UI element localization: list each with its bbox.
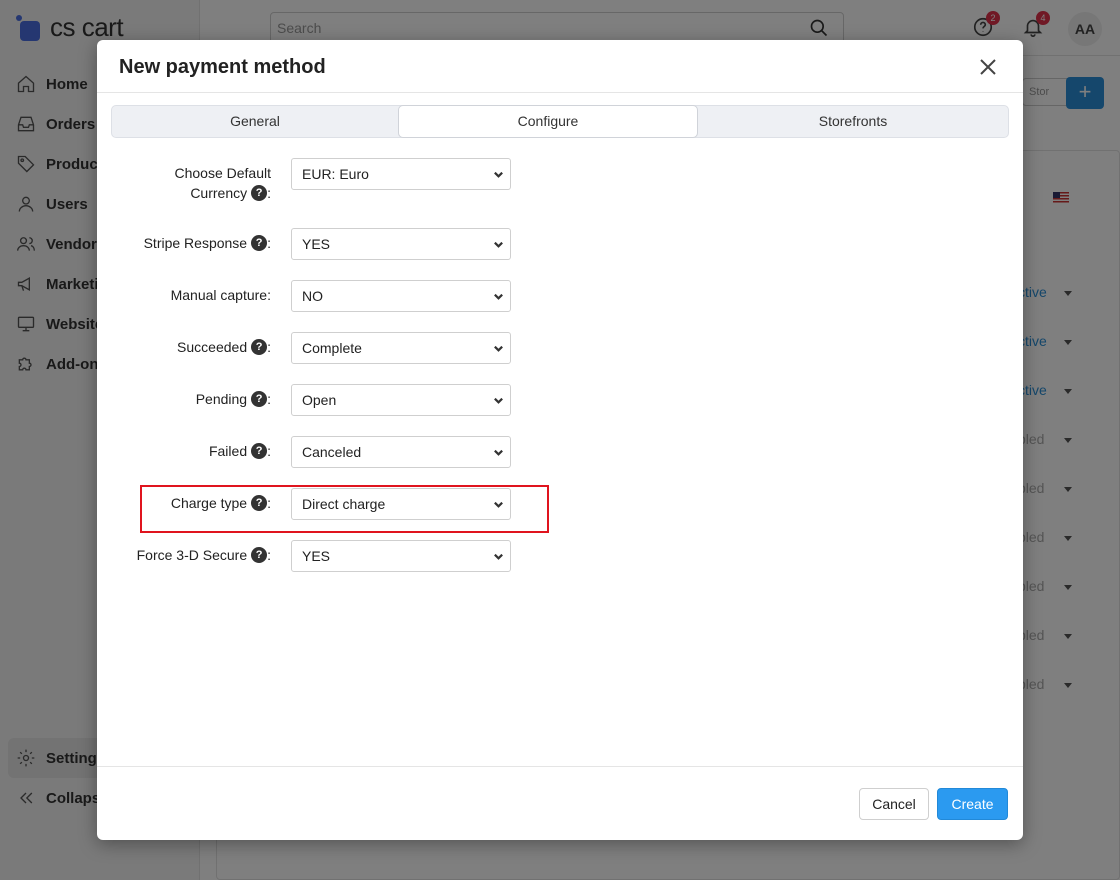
select-value: YES (302, 548, 331, 564)
chevron-down-icon (494, 553, 503, 560)
create-button[interactable]: Create (937, 788, 1008, 820)
close-icon (980, 59, 996, 75)
chevron-down-icon (494, 171, 503, 178)
manual-capture-select[interactable]: NO (291, 280, 511, 312)
chevron-down-icon (494, 293, 503, 300)
dialog-title: New payment method (119, 56, 326, 78)
field-label-manual-capture: Manual capture: (171, 285, 271, 305)
pending-select[interactable]: Open (291, 384, 511, 416)
close-button[interactable] (977, 56, 999, 78)
field-label-succeeded: Succeeded?: (177, 339, 271, 356)
select-value: Canceled (302, 444, 362, 460)
help-icon[interactable]: ? (251, 495, 268, 512)
select-value: NO (302, 288, 323, 304)
help-icon[interactable]: ? (251, 443, 268, 460)
select-value: Direct charge (302, 496, 386, 512)
charge-type-select[interactable]: Direct charge (291, 488, 511, 520)
select-value: YES (302, 236, 331, 252)
stripe-response-select[interactable]: YES (291, 228, 511, 260)
tab-general[interactable]: General (112, 106, 398, 137)
help-icon[interactable]: ? (251, 185, 268, 202)
force-3d-secure-select[interactable]: YES (291, 540, 511, 572)
chevron-down-icon (494, 501, 503, 508)
label-line: Choose Default (174, 165, 271, 181)
field-label-charge-type: Charge type?: (170, 495, 271, 512)
tab-bar: General Configure Storefronts (111, 105, 1009, 138)
payment-method-dialog: New payment method General Configure Sto… (97, 40, 1023, 840)
field-label-failed: Failed?: (208, 443, 271, 460)
help-icon[interactable]: ? (251, 547, 268, 564)
cancel-button[interactable]: Cancel (859, 788, 929, 820)
label-text: Force 3-D Secure (136, 547, 248, 563)
currency-select[interactable]: EUR: Euro (291, 158, 511, 190)
field-label-force-3d-secure: Force 3-D Secure?: (136, 547, 271, 564)
label-text: Stripe Response (143, 235, 248, 251)
help-icon[interactable]: ? (251, 339, 268, 356)
field-label-currency: Choose Default Currency?: (174, 163, 271, 203)
help-icon[interactable]: ? (251, 391, 268, 408)
select-value: Open (302, 392, 337, 408)
succeeded-select[interactable]: Complete (291, 332, 511, 364)
chevron-down-icon (494, 397, 503, 404)
dialog-footer: Cancel Create (97, 766, 1023, 840)
dialog-header: New payment method (97, 40, 1023, 93)
chevron-down-icon (494, 345, 503, 352)
failed-select[interactable]: Canceled (291, 436, 511, 468)
field-label-pending: Pending?: (195, 391, 271, 408)
label-text: Charge type (170, 495, 248, 511)
chevron-down-icon (494, 241, 503, 248)
select-value: EUR: Euro (302, 166, 369, 182)
label-text: Failed (208, 443, 248, 459)
label-text: Succeeded (177, 339, 248, 355)
tab-configure[interactable]: Configure (398, 105, 698, 138)
select-value: Complete (302, 340, 362, 356)
chevron-down-icon (494, 449, 503, 456)
label-line: Currency?: (190, 185, 271, 202)
tab-storefronts[interactable]: Storefronts (698, 106, 1008, 137)
field-label-stripe-response: Stripe Response?: (143, 235, 271, 252)
label-text: Manual capture: (170, 287, 271, 303)
label-text: Pending (195, 391, 248, 407)
help-icon[interactable]: ? (251, 235, 268, 252)
